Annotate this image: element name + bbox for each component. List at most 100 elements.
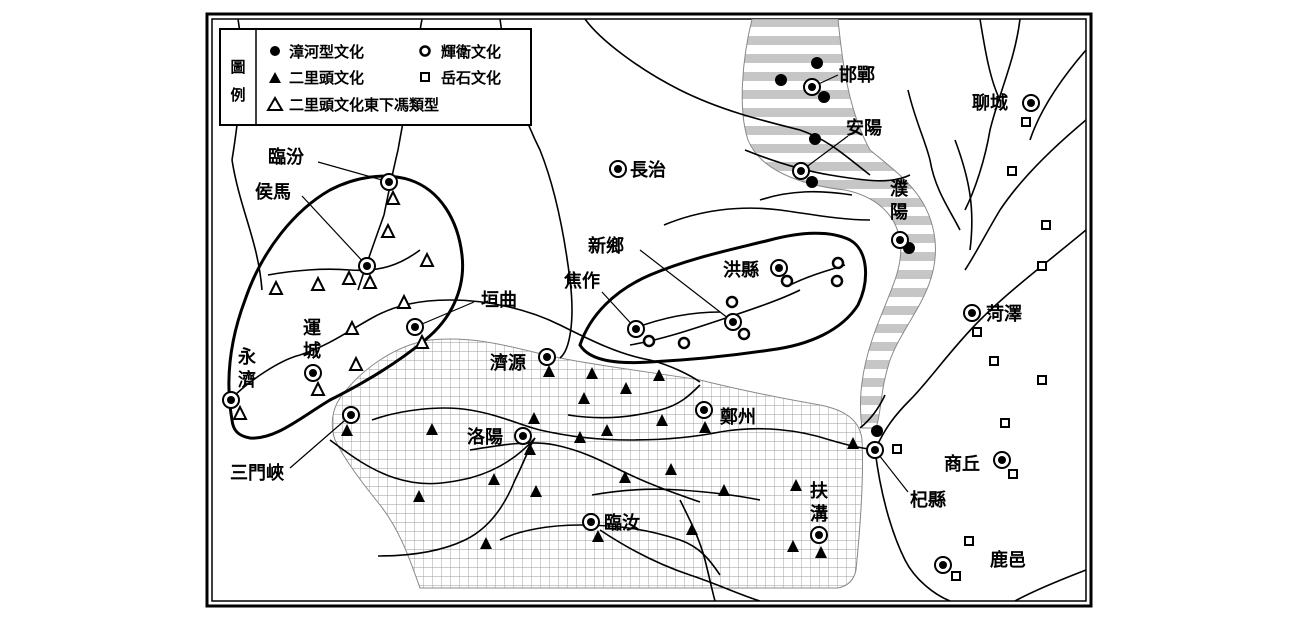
label-puyang-2: 陽	[890, 202, 908, 223]
city-dot	[998, 456, 1006, 464]
city-symbol-houma	[358, 257, 376, 275]
huiwei-site-marker	[725, 295, 739, 309]
yueshi-site-marker	[1041, 220, 1051, 230]
label-hongxian: 洪縣	[723, 259, 759, 281]
label-yongji-2: 濟	[238, 369, 256, 391]
city-symbol-zhengzhou	[695, 401, 713, 419]
yueshi-site-marker	[1021, 117, 1031, 127]
city-symbol-hongxian	[770, 259, 788, 277]
label-puyang-1: 濮	[890, 178, 909, 200]
city-dot	[347, 411, 355, 419]
huiwei-site-marker	[830, 274, 844, 288]
city-dot	[968, 309, 976, 317]
label-heze: 菏澤	[986, 303, 1022, 325]
city-dot	[797, 167, 805, 175]
city-symbol-puyang	[891, 231, 909, 249]
city-dot	[939, 561, 947, 569]
yueshi-site-marker	[951, 571, 961, 581]
city-symbol-sanmenxia	[342, 406, 360, 424]
city-symbol-liaocheng	[1022, 94, 1040, 112]
zhanghe-site-marker	[775, 74, 787, 86]
label-linru: 臨汝	[604, 512, 640, 534]
label-jiaozuo: 焦作	[563, 270, 600, 292]
yueshi-site-marker	[972, 327, 982, 337]
label-changzhi: 長治	[630, 159, 666, 181]
city-dot	[363, 262, 371, 270]
map-figure: 圖 例 漳河型文化 輝衛文化 二里頭文化 岳石文化 二里頭文化東下馮類型 邯鄲 …	[0, 0, 1300, 622]
city-dot	[700, 406, 708, 414]
city-symbol-xinxiang	[724, 313, 742, 331]
city-symbol-shangqiu	[993, 451, 1011, 469]
legend-title-char-1: 圖	[230, 58, 245, 76]
label-anyang: 安陽	[846, 117, 882, 139]
label-linfen: 臨汾	[268, 147, 304, 168]
label-fugou-2: 溝	[810, 503, 828, 525]
city-dot	[775, 264, 783, 272]
huiwei-site-marker	[677, 336, 691, 350]
legend-label-yueshi: 岳石文化	[441, 69, 501, 87]
city-dot	[309, 369, 317, 377]
label-fugou-1: 扶	[810, 480, 829, 502]
yueshi-site-marker	[1000, 418, 1010, 428]
legend-open-square-icon	[420, 72, 430, 82]
city-dot	[815, 531, 823, 539]
city-dot	[808, 83, 816, 91]
city-symbol-qixian	[866, 441, 884, 459]
city-symbol-luoyang	[514, 427, 532, 445]
city-symbol-yuanqu	[406, 318, 424, 336]
city-symbol-yongji	[222, 391, 240, 409]
yueshi-site-marker	[1007, 166, 1017, 176]
huiwei-site-marker	[642, 334, 656, 348]
label-yuanqu: 垣曲	[481, 290, 517, 311]
city-dot	[614, 165, 622, 173]
huiwei-site-marker	[831, 256, 845, 270]
huiwei-site-marker	[737, 327, 751, 341]
city-dot	[411, 323, 419, 331]
zhanghe-site-marker	[871, 425, 883, 437]
label-yuncheng-2: 城	[303, 340, 321, 362]
huiwei-site-marker	[780, 274, 794, 288]
city-symbol-fugou	[810, 526, 828, 544]
map-legend: 圖 例 漳河型文化 輝衛文化 二里頭文化 岳石文化 二里頭文化東下馮類型	[219, 28, 532, 126]
label-shangqiu: 商丘	[944, 453, 980, 475]
yueshi-site-marker	[964, 536, 974, 546]
city-symbol-jiaozuo	[627, 320, 645, 338]
city-symbol-handan	[803, 78, 821, 96]
yueshi-site-marker	[1037, 375, 1047, 385]
city-dot	[543, 353, 551, 361]
legend-open-circle-icon	[419, 45, 431, 57]
map-canvas: 圖 例 漳河型文化 輝衛文化 二里頭文化 岳石文化 二里頭文化東下馮類型 邯鄲 …	[205, 12, 1093, 608]
yueshi-site-marker	[1037, 261, 1047, 271]
legend-filled-circle-icon	[270, 46, 280, 56]
city-dot	[871, 446, 879, 454]
city-symbol-changzhi	[609, 160, 627, 178]
legend-label-zhanghe: 漳河型文化	[289, 43, 364, 61]
label-luyi: 鹿邑	[990, 549, 1026, 571]
label-yuncheng-1: 運	[303, 318, 321, 339]
label-sanmenxia: 三門峽	[230, 462, 285, 484]
zhanghe-site-marker	[818, 91, 830, 103]
zhanghe-site-marker	[809, 133, 821, 145]
city-symbol-yuncheng	[304, 364, 322, 382]
city-symbol-jiyuan	[538, 348, 556, 366]
city-dot	[519, 432, 527, 440]
city-dot	[896, 236, 904, 244]
city-symbol-heze	[963, 304, 981, 322]
legend-label-dongxiafeng: 二里頭文化東下馮類型	[289, 96, 439, 114]
city-symbol-anyang	[792, 162, 810, 180]
yueshi-site-marker	[1008, 469, 1018, 479]
city-dot	[385, 178, 393, 186]
city-dot	[632, 325, 640, 333]
legend-label-erlitou: 二里頭文化	[289, 69, 364, 87]
label-qixian: 杞縣	[910, 489, 946, 511]
label-liaocheng: 聊城	[972, 92, 1008, 114]
city-dot	[227, 396, 235, 404]
label-houma: 侯馬	[255, 181, 291, 203]
city-symbol-linfen	[380, 173, 398, 191]
city-symbol-linru	[582, 513, 600, 531]
legend-label-huiwei: 輝衛文化	[441, 43, 501, 61]
city-dot	[1027, 99, 1035, 107]
legend-title-char-2: 例	[230, 86, 245, 104]
yueshi-site-marker	[989, 356, 999, 366]
city-dot	[587, 518, 595, 526]
